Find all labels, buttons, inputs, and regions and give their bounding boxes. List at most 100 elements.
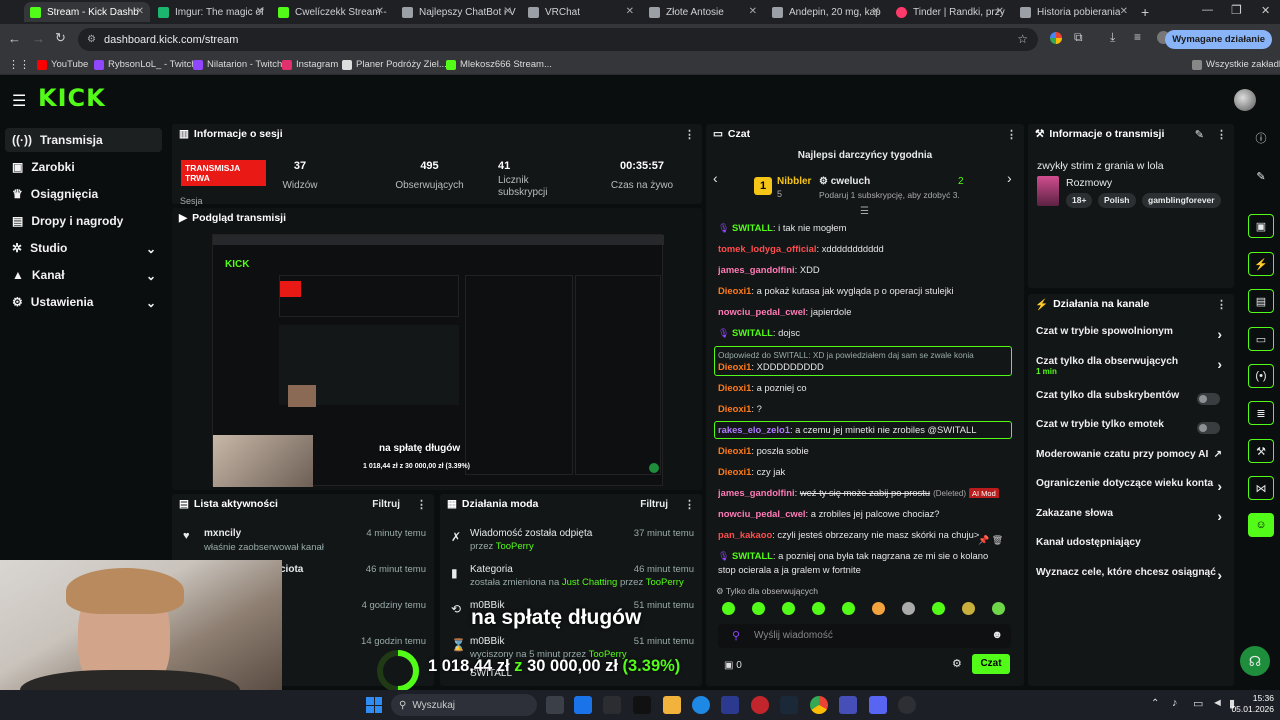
google-lens-icon[interactable]	[1050, 32, 1062, 44]
address-bar[interactable]: ⚙ dashboard.kick.com/stream ☆	[78, 28, 1038, 51]
emote-icon[interactable]	[842, 602, 855, 615]
more-options-icon[interactable]: ⋮	[684, 498, 695, 511]
sidebar-item-dropy[interactable]: ▤ Dropy i nagrody	[5, 209, 162, 233]
share-icon[interactable]: ⋈	[1248, 476, 1274, 500]
more-options-icon[interactable]: ⋮	[1216, 298, 1227, 311]
stream-category[interactable]: Rozmowy	[1066, 177, 1112, 189]
emote-icon[interactable]	[812, 602, 825, 615]
close-tab-icon[interactable]: ✕	[504, 6, 512, 17]
bookmark-star-icon[interactable]: ☆	[1017, 32, 1028, 46]
chat-username[interactable]: SWITALL	[732, 222, 773, 233]
channel-action-item[interactable]: Czat tylko dla subskrybentów	[1036, 390, 1226, 408]
more-options-icon[interactable]: ⋮	[684, 128, 695, 141]
chat-username[interactable]: Dieoxi1	[718, 466, 751, 477]
emote-icon[interactable]	[782, 602, 795, 615]
chat-username[interactable]: Dieoxi1	[718, 403, 751, 414]
outlook-icon[interactable]	[574, 696, 592, 714]
chat-username[interactable]: nowciu_pedal_cwel	[718, 306, 806, 317]
category-link[interactable]: Just Chatting	[562, 577, 617, 588]
task-view-icon[interactable]	[546, 696, 564, 714]
required-action-button[interactable]: Wymagane działanie	[1165, 30, 1272, 49]
chat-username[interactable]: rakes_elo_zelo1	[718, 424, 790, 435]
channel-action-item[interactable]: Czat tylko dla obserwujących 1 min ›	[1036, 356, 1226, 376]
top-gifter-2[interactable]: ⚙ cweluch	[819, 176, 870, 187]
teams-icon[interactable]	[839, 696, 857, 714]
site-info-icon[interactable]: ⚙	[87, 34, 96, 45]
mod-name[interactable]: TooPerry	[496, 541, 534, 552]
chat-username[interactable]: SWITALL	[732, 550, 773, 561]
top-gifter-name[interactable]: Nibbler	[777, 176, 811, 187]
emote-icon[interactable]	[872, 602, 885, 615]
chat-username[interactable]: Dieoxi1	[718, 361, 751, 372]
emote-icon[interactable]	[962, 602, 975, 615]
activity-user[interactable]: mxncily	[204, 528, 241, 539]
windows-start-icon[interactable]	[366, 697, 382, 713]
bookmark-youtube[interactable]: YouTube	[37, 59, 88, 70]
edit-icon[interactable]: ✎	[1195, 128, 1204, 141]
channel-action-item[interactable]: Czat w trybie spowolnionym ›	[1036, 326, 1226, 344]
tag-badge[interactable]: gamblingforever	[1142, 193, 1221, 208]
emoji-icon[interactable]: ☻	[991, 629, 1003, 641]
chat-send-button[interactable]: Czat	[972, 654, 1010, 674]
all-bookmarks[interactable]: Wszystkie zakładki	[1192, 59, 1280, 70]
chat-settings-icon[interactable]: ⚙	[952, 657, 962, 670]
sidebar-item-ustawienia[interactable]: ⚙ Ustawienia ⌄	[5, 290, 162, 314]
close-window-icon[interactable]: ✕	[1261, 4, 1270, 17]
emote-icon[interactable]	[992, 602, 1005, 615]
download-icon[interactable]: ⤓	[1110, 30, 1115, 45]
more-options-icon[interactable]: ⋮	[1216, 128, 1227, 141]
more-options-icon[interactable]: ⋮	[1006, 128, 1017, 141]
tab-chatbot[interactable]: Najlepszy ChatBot i V ✕	[396, 2, 518, 22]
tray-expand-icon[interactable]: ⌃	[1151, 698, 1159, 709]
tab-kick-dashboard[interactable]: Stream - Kick Dashb ✕	[24, 2, 150, 22]
bookmark-nilatarion[interactable]: Nilatarion - Twitch	[193, 59, 282, 70]
message-actions-icon[interactable]: 📌 🗑	[978, 535, 1003, 546]
screen-capture-icon[interactable]: ▣	[1248, 214, 1274, 238]
chat-username[interactable]: james_gandolfini	[718, 487, 795, 498]
sidebar-item-studio[interactable]: ✲ Studio ⌄	[5, 236, 162, 260]
tab-tinder[interactable]: Tinder | Randki, przy ✕	[890, 2, 1010, 22]
chat-username[interactable]: nowciu_pedal_cwel	[718, 508, 806, 519]
chat-username[interactable]: SWITALL	[732, 327, 773, 338]
user-avatar[interactable]	[1234, 89, 1256, 111]
extensions-icon[interactable]: ⧉	[1074, 30, 1083, 45]
edge-icon[interactable]	[692, 696, 710, 714]
info-icon[interactable]: ⓘ	[1248, 126, 1274, 150]
bookmark-instagram[interactable]: Instagram	[282, 59, 338, 70]
media-controls-icon[interactable]: ≡	[1134, 30, 1141, 44]
tab-downloads[interactable]: Historia pobierania ✕	[1014, 2, 1134, 22]
pencil-icon[interactable]: ✎	[1248, 164, 1274, 188]
channel-action-item[interactable]: Ograniczenie dotyczące wieku konta ›	[1036, 478, 1226, 496]
close-tab-icon[interactable]: ✕	[872, 6, 880, 17]
microphone-icon[interactable]: ♪	[1172, 697, 1178, 709]
steam-icon[interactable]	[780, 696, 798, 714]
sidebar-item-zarobki[interactable]: ▣ Zarobki	[5, 155, 162, 179]
channel-action-item[interactable]: Zakazane słowa ›	[1036, 508, 1226, 526]
help-headset-icon[interactable]: ☊	[1240, 646, 1270, 676]
mod-filter-button[interactable]: Filtruj	[640, 499, 668, 510]
apps-grid-icon[interactable]: ⋮⋮	[8, 58, 30, 71]
back-icon[interactable]: ←	[8, 31, 21, 46]
forward-icon[interactable]: →	[32, 31, 45, 46]
tab-zlote-antosie[interactable]: Złote Antosie ✕	[643, 2, 763, 22]
new-tab-icon[interactable]: +	[1141, 4, 1149, 20]
tab-vrchat[interactable]: VRChat ✕	[522, 2, 640, 22]
close-tab-icon[interactable]: ✕	[626, 6, 634, 17]
close-tab-icon[interactable]: ✕	[256, 6, 264, 17]
chat-username[interactable]: Dieoxi1	[718, 445, 751, 456]
copilot-icon[interactable]	[603, 696, 621, 714]
taskbar-search[interactable]: ⚲ Wyszukaj	[391, 694, 537, 716]
close-tab-icon[interactable]: ✕	[996, 6, 1004, 17]
bookmark-planer[interactable]: Planer Podróży Ziel...	[342, 59, 447, 70]
stack-icon[interactable]: ≣	[1248, 401, 1274, 425]
mod-name[interactable]: TooPerry	[646, 577, 684, 588]
bookmark-mlekosz[interactable]: Mlekosz666 Stream...	[446, 59, 552, 70]
emote-icon[interactable]	[902, 602, 915, 615]
file-explorer-icon[interactable]	[663, 696, 681, 714]
maximize-icon[interactable]: ❐	[1231, 3, 1242, 17]
tag-badge[interactable]: Polish	[1098, 193, 1136, 208]
sidebar-item-osiagniecia[interactable]: ♛ Osiągnięcia	[5, 182, 162, 206]
emote-icon[interactable]	[932, 602, 945, 615]
chat-input[interactable]: ⚲ Wyślij wiadomość ☻	[718, 624, 1011, 648]
more-options-icon[interactable]: ⋮	[416, 498, 427, 511]
